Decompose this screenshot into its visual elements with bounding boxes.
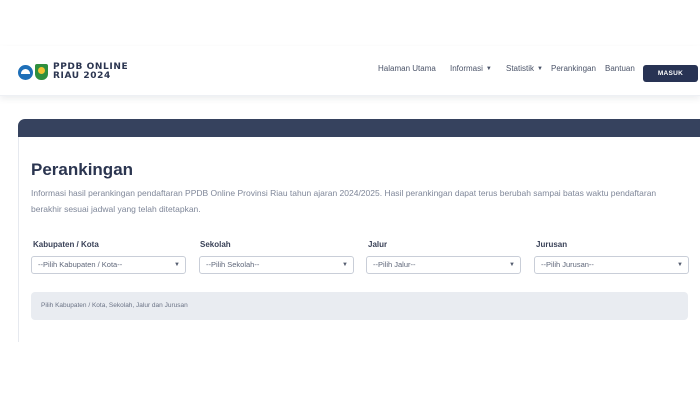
sekolah-label: Sekolah [200, 240, 231, 249]
emblem-icon [18, 64, 33, 80]
nav-statistik[interactable]: Statistik ▼ [506, 64, 543, 73]
nav-informasi[interactable]: Informasi ▼ [450, 64, 492, 73]
dropdown-arrow-icon: ▼ [342, 262, 348, 268]
nav-bantuan[interactable]: Bantuan [605, 64, 635, 73]
brand-text: PPDB ONLINE RIAU 2024 [53, 63, 128, 81]
selection-notice: Pilih Kabupaten / Kota, Sekolah, Jalur d… [31, 292, 688, 320]
nav-perankingan[interactable]: Perankingan [551, 64, 596, 73]
brand-line-2: RIAU 2024 [53, 71, 111, 81]
kabupaten-select[interactable]: --Pilih Kabupaten / Kota-- ▼ [31, 256, 186, 274]
jurusan-select[interactable]: --Pilih Jurusan-- ▼ [534, 256, 689, 274]
kabupaten-select-value: --Pilih Kabupaten / Kota-- [38, 260, 123, 269]
dropdown-arrow-icon: ▼ [174, 262, 180, 268]
jalur-label: Jalur [368, 240, 388, 249]
sekolah-select[interactable]: --Pilih Sekolah-- ▼ [199, 256, 354, 274]
sekolah-select-value: --Pilih Sekolah-- [206, 260, 260, 269]
page-description: Informasi hasil perankingan pendaftaran … [31, 188, 657, 214]
chevron-down-icon: ▼ [537, 66, 543, 72]
jalur-select[interactable]: --Pilih Jalur-- ▼ [366, 256, 521, 274]
kabupaten-label: Kabupaten / Kota [33, 240, 99, 249]
nav-home[interactable]: Halaman Utama [378, 64, 436, 73]
nav-statistik-label: Statistik [506, 64, 535, 73]
chevron-down-icon: ▼ [485, 66, 492, 72]
jalur-select-value: --Pilih Jalur-- [373, 260, 416, 269]
page-title: Perankingan [31, 160, 134, 179]
dropdown-arrow-icon: ▼ [509, 262, 515, 268]
dropdown-arrow-icon: ▼ [677, 262, 683, 268]
nav-informasi-label: Informasi [450, 64, 483, 73]
jurusan-select-value: --Pilih Jurusan-- [541, 260, 594, 269]
card-header-bar [18, 119, 700, 137]
jurusan-label: Jurusan [536, 240, 568, 249]
brand-logo[interactable]: PPDB ONLINE RIAU 2024 [18, 62, 128, 82]
riau-shield-icon [35, 64, 48, 80]
login-button[interactable]: MASUK [643, 65, 698, 82]
top-navbar: PPDB ONLINE RIAU 2024 Halaman Utama Info… [0, 46, 700, 96]
